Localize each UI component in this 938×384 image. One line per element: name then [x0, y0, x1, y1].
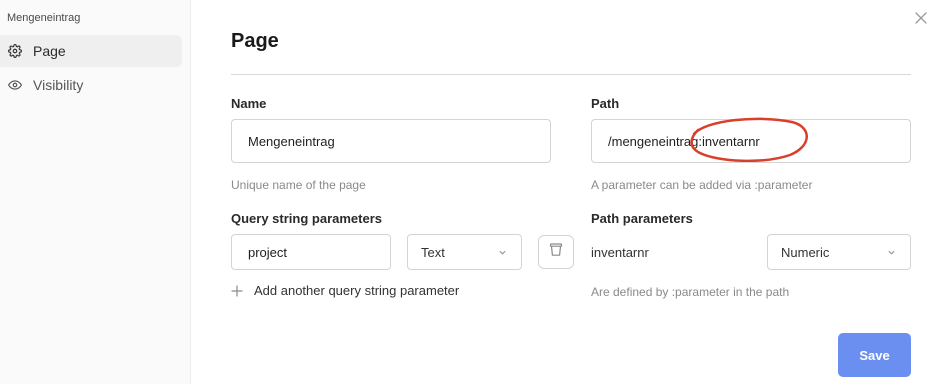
name-help-text: Unique name of the page [231, 178, 366, 192]
path-label: Path [591, 96, 620, 111]
path-param-type-select[interactable]: Numeric [767, 234, 911, 270]
add-query-param-label: Add another query string parameter [254, 283, 460, 298]
query-param-type-value: Text [421, 244, 445, 260]
sidebar-item-page[interactable]: Page [0, 35, 182, 67]
query-param-name-input[interactable]: project [231, 234, 391, 270]
sidebar: Mengeneintrag Page Visibility [0, 0, 191, 384]
save-button[interactable]: Save [838, 333, 911, 377]
name-input[interactable]: Mengeneintrag [231, 119, 551, 163]
chevron-down-icon [498, 248, 507, 257]
gear-icon [8, 44, 22, 58]
eye-icon [8, 78, 22, 92]
path-params-help-text: Are defined by :parameter in the path [591, 285, 790, 299]
divider [231, 74, 911, 75]
name-label: Name [231, 96, 267, 111]
delete-param-button[interactable] [538, 235, 574, 269]
path-param-name: inventarnr [591, 245, 649, 260]
path-input[interactable]: /mengeneintrag:inventarnr [591, 119, 911, 163]
sidebar-item-label: Page [33, 43, 66, 59]
path-params-label: Path parameters [591, 211, 693, 226]
path-param-type-value: Numeric [781, 244, 830, 260]
close-icon[interactable] [914, 11, 928, 25]
sidebar-title: Mengeneintrag [7, 12, 81, 24]
add-query-param-button[interactable]: Add another query string parameter [231, 283, 459, 298]
trash-icon [549, 242, 563, 262]
chevron-down-icon [887, 248, 896, 257]
page-title: Page [231, 30, 279, 52]
plus-icon [231, 284, 243, 297]
query-params-label: Query string parameters [231, 211, 383, 226]
query-param-type-select[interactable]: Text [407, 234, 522, 270]
path-help-text: A parameter can be added via :parameter [591, 178, 813, 192]
sidebar-item-label: Visibility [33, 77, 84, 93]
sidebar-item-visibility[interactable]: Visibility [0, 69, 182, 101]
